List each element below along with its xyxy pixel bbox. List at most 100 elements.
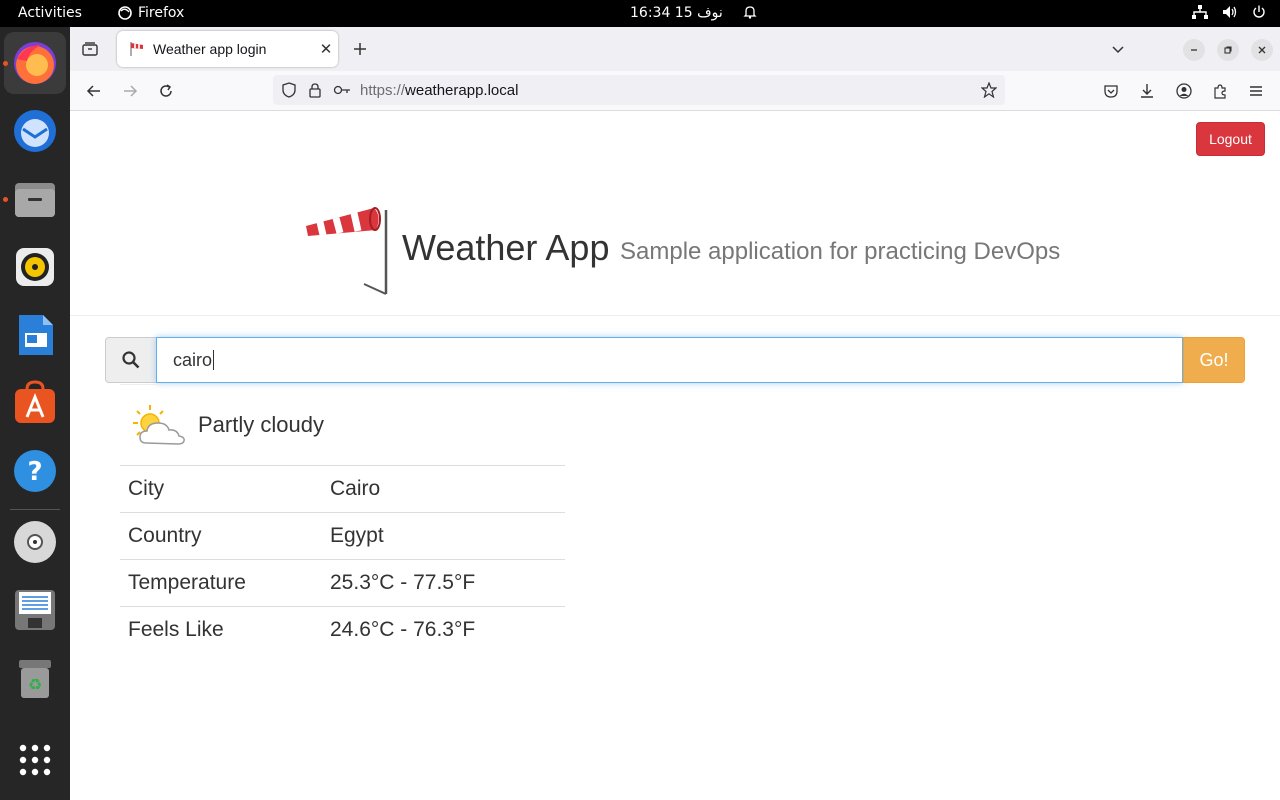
- table-row: Feels Like 24.6°C - 76.3°F: [120, 606, 565, 654]
- navigation-toolbar: https://weatherapp.local: [70, 71, 1280, 111]
- minimize-button[interactable]: [1183, 39, 1205, 61]
- account-icon: [1176, 83, 1192, 99]
- city-search-input[interactable]: cairo: [156, 337, 1183, 383]
- shield-icon: [282, 82, 296, 98]
- weather-condition: Partly cloudy: [120, 385, 565, 465]
- system-tray[interactable]: [1192, 5, 1266, 19]
- reload-button[interactable]: [154, 79, 178, 103]
- tab-list-icon: [82, 42, 98, 56]
- partly-cloudy-icon: [133, 405, 185, 445]
- volume-icon: [1223, 6, 1237, 18]
- close-icon: [1258, 46, 1266, 54]
- account-button[interactable]: [1172, 79, 1196, 103]
- tab-overview-button[interactable]: [78, 37, 102, 61]
- new-tab-button[interactable]: [348, 37, 372, 61]
- forward-button[interactable]: [118, 79, 142, 103]
- app-subtitle: Sample application for practicing DevOps: [620, 238, 1061, 265]
- files-icon: [15, 183, 55, 217]
- downloads-button[interactable]: [1135, 79, 1159, 103]
- dock: ? ♻: [0, 27, 70, 800]
- tab-title: Weather app login: [153, 41, 267, 57]
- puzzle-icon: [1214, 84, 1226, 99]
- arrow-right-icon: [124, 85, 138, 97]
- plus-icon: [354, 43, 366, 55]
- svg-text:?: ?: [27, 457, 42, 487]
- lock-icon: [309, 83, 321, 98]
- dock-dvd[interactable]: [4, 511, 66, 573]
- app-title: Weather App: [402, 227, 610, 268]
- close-window-button[interactable]: [1251, 39, 1273, 61]
- row-label: Country: [120, 512, 322, 560]
- chevron-down-icon: [1112, 46, 1124, 54]
- network-icon: [1192, 5, 1208, 19]
- disc-icon: [14, 521, 56, 563]
- tab-close-icon[interactable]: ✕: [314, 40, 338, 58]
- extensions-button[interactable]: [1208, 79, 1232, 103]
- weather-details-table: City Cairo Country Egypt Temperature 25.3°C…: [120, 465, 565, 654]
- help-icon: ?: [14, 450, 56, 492]
- maximize-button[interactable]: [1217, 39, 1239, 61]
- firefox-icon: [14, 42, 56, 84]
- apps-grid-icon: [19, 744, 51, 776]
- city-search-form: cairo Go!: [105, 337, 1245, 383]
- logout-button[interactable]: Logout: [1196, 122, 1265, 156]
- dock-trash[interactable]: ♻: [4, 647, 66, 709]
- hamburger-menu-icon: [1250, 86, 1262, 96]
- table-row: Country Egypt: [120, 512, 565, 560]
- weather-condition-text: Partly cloudy: [198, 412, 324, 437]
- power-icon: [1253, 5, 1265, 18]
- url-bar[interactable]: https://weatherapp.local: [273, 75, 1005, 105]
- dock-firefox[interactable]: [4, 32, 66, 94]
- dock-thunderbird[interactable]: [4, 100, 66, 162]
- clock[interactable]: 16:34 نوف 15: [630, 5, 757, 21]
- dock-files[interactable]: [4, 168, 66, 230]
- tab-weather-app[interactable]: Weather app login ✕: [117, 31, 338, 67]
- menu-button[interactable]: [1244, 79, 1268, 103]
- url-text: https://weatherapp.local: [360, 82, 518, 99]
- writer-icon: [19, 315, 53, 355]
- pocket-button[interactable]: [1099, 79, 1123, 103]
- dock-rhythmbox[interactable]: [4, 236, 66, 298]
- search-addon: [105, 337, 156, 383]
- web-page: Logout Weather App Sample application fo…: [70, 112, 1280, 800]
- windsock-logo-icon: [306, 207, 388, 295]
- row-label: Feels Like: [120, 606, 322, 654]
- tab-bar: Weather app login ✕: [70, 27, 1280, 71]
- text-caret: [213, 350, 215, 370]
- dock-text-editor[interactable]: [4, 579, 66, 641]
- pocket-icon: [1104, 85, 1118, 98]
- app-menu[interactable]: Firefox: [118, 5, 184, 21]
- dock-software[interactable]: [4, 372, 66, 434]
- app-store-icon: [15, 380, 55, 423]
- thunderbird-icon: [14, 110, 56, 152]
- go-button[interactable]: Go!: [1183, 337, 1245, 383]
- activities-button[interactable]: Activities: [18, 5, 82, 21]
- back-button[interactable]: [82, 79, 106, 103]
- dock-writer[interactable]: [4, 304, 66, 366]
- row-value: 24.6°C - 76.3°F: [322, 606, 565, 654]
- windsock-favicon-icon: [130, 42, 143, 56]
- firefox-small-icon: [118, 6, 132, 20]
- dock-separator: [10, 509, 60, 510]
- system-top-bar: Activities Firefox 16:34 نوف 15: [0, 0, 1280, 27]
- dock-show-apps[interactable]: [4, 729, 66, 791]
- restore-icon: [1224, 46, 1232, 54]
- weather-result: Partly cloudy City Cairo Country Egypt Tem…: [120, 384, 565, 654]
- row-value: 25.3°C - 77.5°F: [322, 559, 565, 607]
- row-value: Cairo: [322, 465, 565, 513]
- download-icon: [1141, 84, 1153, 98]
- search-icon: [122, 351, 140, 369]
- row-label: Temperature: [120, 559, 322, 607]
- svg-text:♻: ♻: [28, 675, 42, 694]
- arrow-left-icon: [86, 85, 100, 97]
- search-input-value: cairo: [173, 349, 213, 370]
- star-icon[interactable]: [981, 82, 997, 98]
- url-host: weatherapp.local: [405, 81, 519, 99]
- key-icon: [333, 85, 350, 95]
- rhythmbox-icon: [16, 248, 54, 286]
- list-all-tabs-button[interactable]: [1106, 37, 1130, 61]
- reload-icon: [160, 84, 172, 97]
- dock-running-indicator: [3, 61, 8, 66]
- dock-help[interactable]: ?: [4, 440, 66, 502]
- dock-running-indicator: [3, 197, 8, 202]
